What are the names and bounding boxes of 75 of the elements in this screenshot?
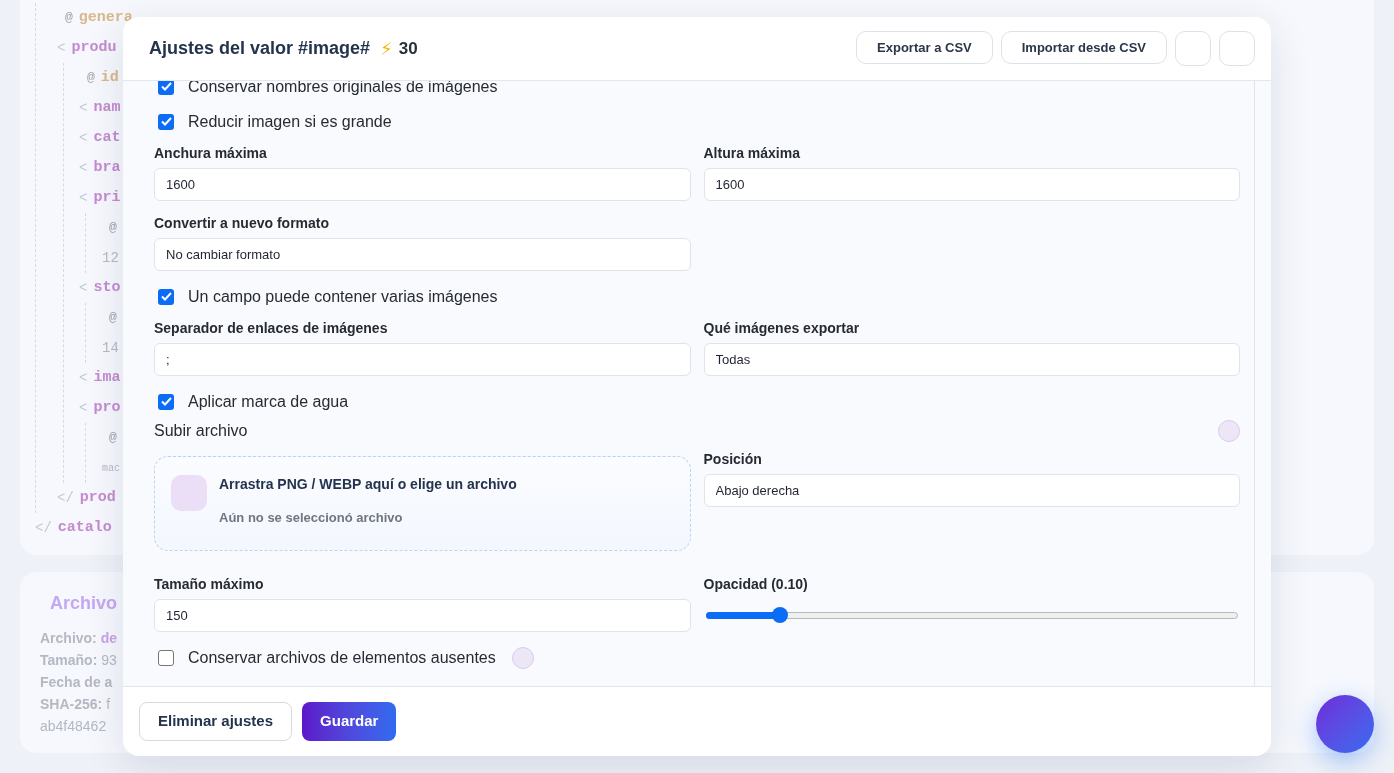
tag-name: produ xyxy=(71,37,117,58)
csv-button[interactable]: Importar desde CSV xyxy=(1000,31,1167,64)
at-sign: @ xyxy=(65,9,73,28)
input-field[interactable]: Todas xyxy=(703,343,1240,376)
field-label: Posición xyxy=(703,449,763,469)
tag-name: nam xyxy=(93,97,121,118)
drop-zone[interactable]: Arrastra PNG / WEBP aquí o elige un archivo Aún no se seleccionó archivo xyxy=(154,456,691,551)
tag-bracket: < xyxy=(79,368,88,388)
input-field[interactable]: Abajo derecha xyxy=(703,474,1240,507)
field-label: Tamaño máximo xyxy=(154,574,265,594)
checkbox[interactable] xyxy=(158,288,174,305)
tag-name: bra xyxy=(93,157,121,178)
checkbox[interactable] xyxy=(158,81,174,95)
csv-button[interactable]: Exportar a CSV xyxy=(856,31,993,64)
field-label: Opacidad (0.10) xyxy=(703,574,809,594)
field-label: Qué imágenes exportar xyxy=(703,318,861,338)
dialog-title: Ajustes del valor #image# xyxy=(149,37,371,60)
info-value: ab4f48462 xyxy=(40,716,107,736)
at-sign: @ xyxy=(109,429,117,448)
tag-bracket: < xyxy=(57,38,66,58)
input-field[interactable]: No cambiar formato xyxy=(154,238,691,271)
tag-bracket: < xyxy=(79,278,88,298)
info-label: Fecha de a xyxy=(40,672,113,692)
tag-bracket: < xyxy=(79,98,88,118)
drop-hint: Aún no se seleccionó archivo xyxy=(219,510,404,526)
tag-name: pro xyxy=(93,397,121,418)
tag-name: pri xyxy=(93,187,121,208)
tag-name: catalo xyxy=(57,517,112,538)
input-field[interactable]: 1600 xyxy=(703,168,1240,201)
count-label: 30 xyxy=(398,37,418,60)
tag-bracket: </ xyxy=(57,488,74,508)
info-label: Tamaño: xyxy=(40,650,98,670)
checkbox[interactable] xyxy=(158,393,174,410)
tag-name: cat xyxy=(93,127,121,148)
info-value: f xyxy=(106,694,111,714)
checkbox-label: Un campo puede contener varias imágenes xyxy=(188,286,498,307)
field-label: Convertir a nuevo formato xyxy=(154,213,331,233)
info-label: SHA-256: xyxy=(40,694,103,714)
tag-name: sto xyxy=(93,277,121,298)
tag-bracket: < xyxy=(79,158,88,178)
info-label: Archivo: xyxy=(40,628,97,648)
card-title: Archivo xyxy=(50,592,118,615)
at-sign: @ xyxy=(109,219,117,238)
checkbox[interactable] xyxy=(158,649,174,666)
input-field[interactable]: 1600 xyxy=(154,168,691,201)
field-label: Anchura máxima xyxy=(154,143,268,163)
input-field[interactable]: ; xyxy=(154,343,691,376)
field-label: Altura máxima xyxy=(703,143,801,163)
input-field[interactable]: 150 xyxy=(154,599,691,632)
tag-name: prod xyxy=(79,487,116,508)
save-button[interactable]: Guardar xyxy=(302,702,397,741)
drop-title: Arrastra PNG / WEBP aquí o elige un archivo xyxy=(219,475,517,493)
attribute-name: genera xyxy=(78,7,133,28)
tag-bracket: < xyxy=(79,188,88,208)
at-sign: @ xyxy=(109,309,117,328)
checkbox[interactable] xyxy=(158,113,174,130)
value-text: 12 xyxy=(101,248,119,268)
value-text: 14 xyxy=(101,338,119,358)
section-heading: Subir archivo xyxy=(154,421,249,441)
tag-name: ima xyxy=(93,367,121,388)
lightning-icon: ⚡ xyxy=(380,35,393,62)
value-text: mac xyxy=(101,461,120,476)
field-label: Separador de enlaces de imágenes xyxy=(154,318,389,338)
at-sign: @ xyxy=(87,69,95,88)
tag-bracket: < xyxy=(79,398,88,418)
checkbox-label: Reducir imagen si es grande xyxy=(188,111,392,132)
delete-settings-button[interactable]: Eliminar ajustes xyxy=(139,702,293,741)
slider-thumb[interactable] xyxy=(772,607,789,623)
checkbox-label: Conservar archivos de elementos ausentes xyxy=(188,647,496,668)
tag-bracket: < xyxy=(79,128,88,148)
tag-bracket: </ xyxy=(35,518,52,538)
opacity-slider[interactable] xyxy=(705,607,1238,623)
checkbox-label: Aplicar marca de agua xyxy=(188,391,349,412)
attribute-name: id xyxy=(100,67,119,88)
info-value: 93 xyxy=(101,650,117,670)
